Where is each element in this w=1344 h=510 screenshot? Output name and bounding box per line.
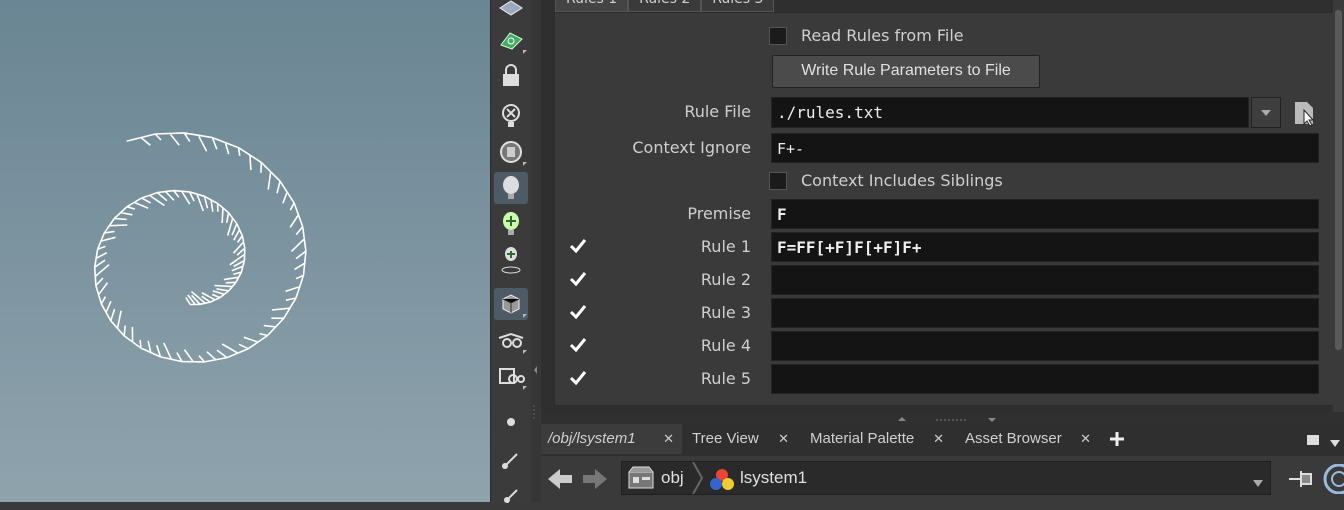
- context-siblings-label: Context Includes Siblings: [801, 171, 1003, 190]
- checkmark-icon: [569, 338, 587, 353]
- checkmark-icon: [569, 272, 587, 287]
- context-ignore-input[interactable]: F+-: [771, 133, 1319, 163]
- rule-file-label: Rule File: [684, 102, 751, 121]
- path-obj[interactable]: obj: [661, 462, 684, 494]
- read-rules-checkbox[interactable]: [769, 27, 787, 45]
- context-ignore-label: Context Ignore: [632, 138, 751, 157]
- viewport-toolbar: [490, 0, 532, 503]
- pane-divider[interactable]: [541, 412, 1344, 424]
- brush-icon[interactable]: [494, 444, 528, 476]
- rule-5-label: Rule 5: [700, 369, 751, 388]
- pane-tab-label: Asset Browser: [965, 430, 1062, 447]
- context-siblings-checkbox[interactable]: [769, 172, 787, 190]
- rule-4-toggle[interactable]: [567, 334, 589, 356]
- rule-2-label: Rule 2: [700, 270, 751, 289]
- rule-1-label: Rule 1: [700, 237, 751, 256]
- rule-file-input[interactable]: ./rules.txt: [771, 97, 1249, 128]
- rule-file-dropdown[interactable]: [1251, 97, 1281, 128]
- pane-tab-asset-browser[interactable]: Asset Browser ✕: [957, 424, 1099, 454]
- lsystem-node-icon: [708, 467, 736, 491]
- pane-splitter[interactable]: [531, 0, 541, 502]
- pen-icon[interactable]: [494, 478, 528, 510]
- premise-label: Premise: [687, 204, 751, 223]
- tab-rules-1[interactable]: Rules 1: [555, 0, 629, 12]
- rule-5-toggle[interactable]: [567, 367, 589, 389]
- link-icon[interactable]: [1321, 463, 1344, 495]
- checkmark-icon: [569, 371, 587, 386]
- lsystem-geometry: [93, 132, 307, 363]
- display-icon[interactable]: [494, 24, 528, 56]
- close-icon[interactable]: ✕: [933, 424, 944, 454]
- rule-1-input[interactable]: F=FF[+F]F[+F]F+: [771, 232, 1319, 262]
- pane-tab-bar: /obj/lsystem1 ✕ Tree View ✕ Material Pal…: [541, 424, 1344, 456]
- rule-5-input[interactable]: [771, 364, 1319, 394]
- close-icon[interactable]: ✕: [663, 424, 674, 454]
- maximize-pane-icon[interactable]: [1305, 432, 1321, 448]
- pane-menu-icon[interactable]: [1329, 434, 1341, 447]
- light-link-icon[interactable]: [494, 244, 528, 276]
- add-light-icon[interactable]: [494, 208, 528, 240]
- premise-input[interactable]: F: [771, 199, 1319, 229]
- breadcrumb-separator-icon: [692, 462, 704, 494]
- rule-4-input[interactable]: [771, 331, 1319, 361]
- path-lsystem1[interactable]: lsystem1: [740, 462, 807, 494]
- ghost-light-icon[interactable]: [494, 100, 528, 132]
- pane-tab-label: /obj/lsystem1: [548, 430, 636, 447]
- rule-3-label: Rule 3: [700, 303, 751, 322]
- close-icon[interactable]: ✕: [778, 424, 789, 454]
- rule-3-toggle[interactable]: [567, 301, 589, 323]
- add-tab-icon[interactable]: [1107, 428, 1127, 450]
- parameter-panel: Rules 1 Rules 2 Rules 3 Read Rules from …: [541, 0, 1344, 412]
- light-icon[interactable]: [494, 172, 528, 204]
- pane-tab-tree-view[interactable]: Tree View ✕: [684, 424, 797, 454]
- glasses-icon[interactable]: [494, 324, 528, 356]
- back-arrow-icon[interactable]: [546, 464, 574, 494]
- checkmark-icon: [569, 305, 587, 320]
- lsystem-curve: [93, 132, 307, 363]
- rule-2-input[interactable]: [771, 265, 1319, 295]
- grid-icon[interactable]: [494, 0, 528, 24]
- close-icon[interactable]: ✕: [1080, 424, 1091, 454]
- path-breadcrumb: obj lsystem1: [621, 461, 1271, 495]
- scrollbar-thumb[interactable]: [1335, 10, 1342, 350]
- forward-arrow-icon[interactable]: [581, 464, 609, 494]
- pin-icon[interactable]: [1287, 466, 1315, 492]
- param-scrollbar[interactable]: [1333, 0, 1344, 412]
- tab-rules-3[interactable]: Rules 3: [701, 0, 775, 12]
- rule-2-toggle[interactable]: [567, 268, 589, 290]
- rule-3-input[interactable]: [771, 298, 1319, 328]
- file-chooser-button[interactable]: [1289, 97, 1319, 128]
- pane-tab-label: Material Palette: [810, 430, 915, 447]
- pane-tab-obj-lsystem1[interactable]: /obj/lsystem1 ✕: [541, 424, 682, 454]
- 3d-viewport[interactable]: [0, 0, 490, 502]
- read-rules-label: Read Rules from File: [801, 26, 964, 45]
- chevron-down-icon: [1261, 109, 1271, 116]
- shading-icon[interactable]: [494, 288, 528, 320]
- write-rules-button[interactable]: Write Rule Parameters to File: [772, 55, 1040, 88]
- rule-1-toggle[interactable]: [567, 235, 589, 257]
- network-path-bar: obj lsystem1: [541, 456, 1344, 502]
- tab-rules-2[interactable]: Rules 2: [628, 0, 702, 12]
- file-icon: [1295, 101, 1315, 126]
- chevron-down-icon[interactable]: [1252, 474, 1264, 487]
- lock-icon[interactable]: [494, 60, 528, 92]
- pane-tab-material-palette[interactable]: Material Palette ✕: [802, 424, 952, 454]
- rule-4-label: Rule 4: [700, 336, 751, 355]
- stereo-icon[interactable]: [494, 360, 528, 392]
- rules-tab-content: Read Rules from File Write Rule Paramete…: [554, 12, 1340, 406]
- camera-headlight-icon[interactable]: [494, 136, 528, 168]
- obj-network-icon: [628, 466, 654, 490]
- checkmark-icon: [569, 239, 587, 254]
- param-tabs: Rules 1 Rules 2 Rules 3: [555, 0, 775, 12]
- point-icon[interactable]: [494, 406, 528, 438]
- pane-tab-label: Tree View: [692, 430, 759, 447]
